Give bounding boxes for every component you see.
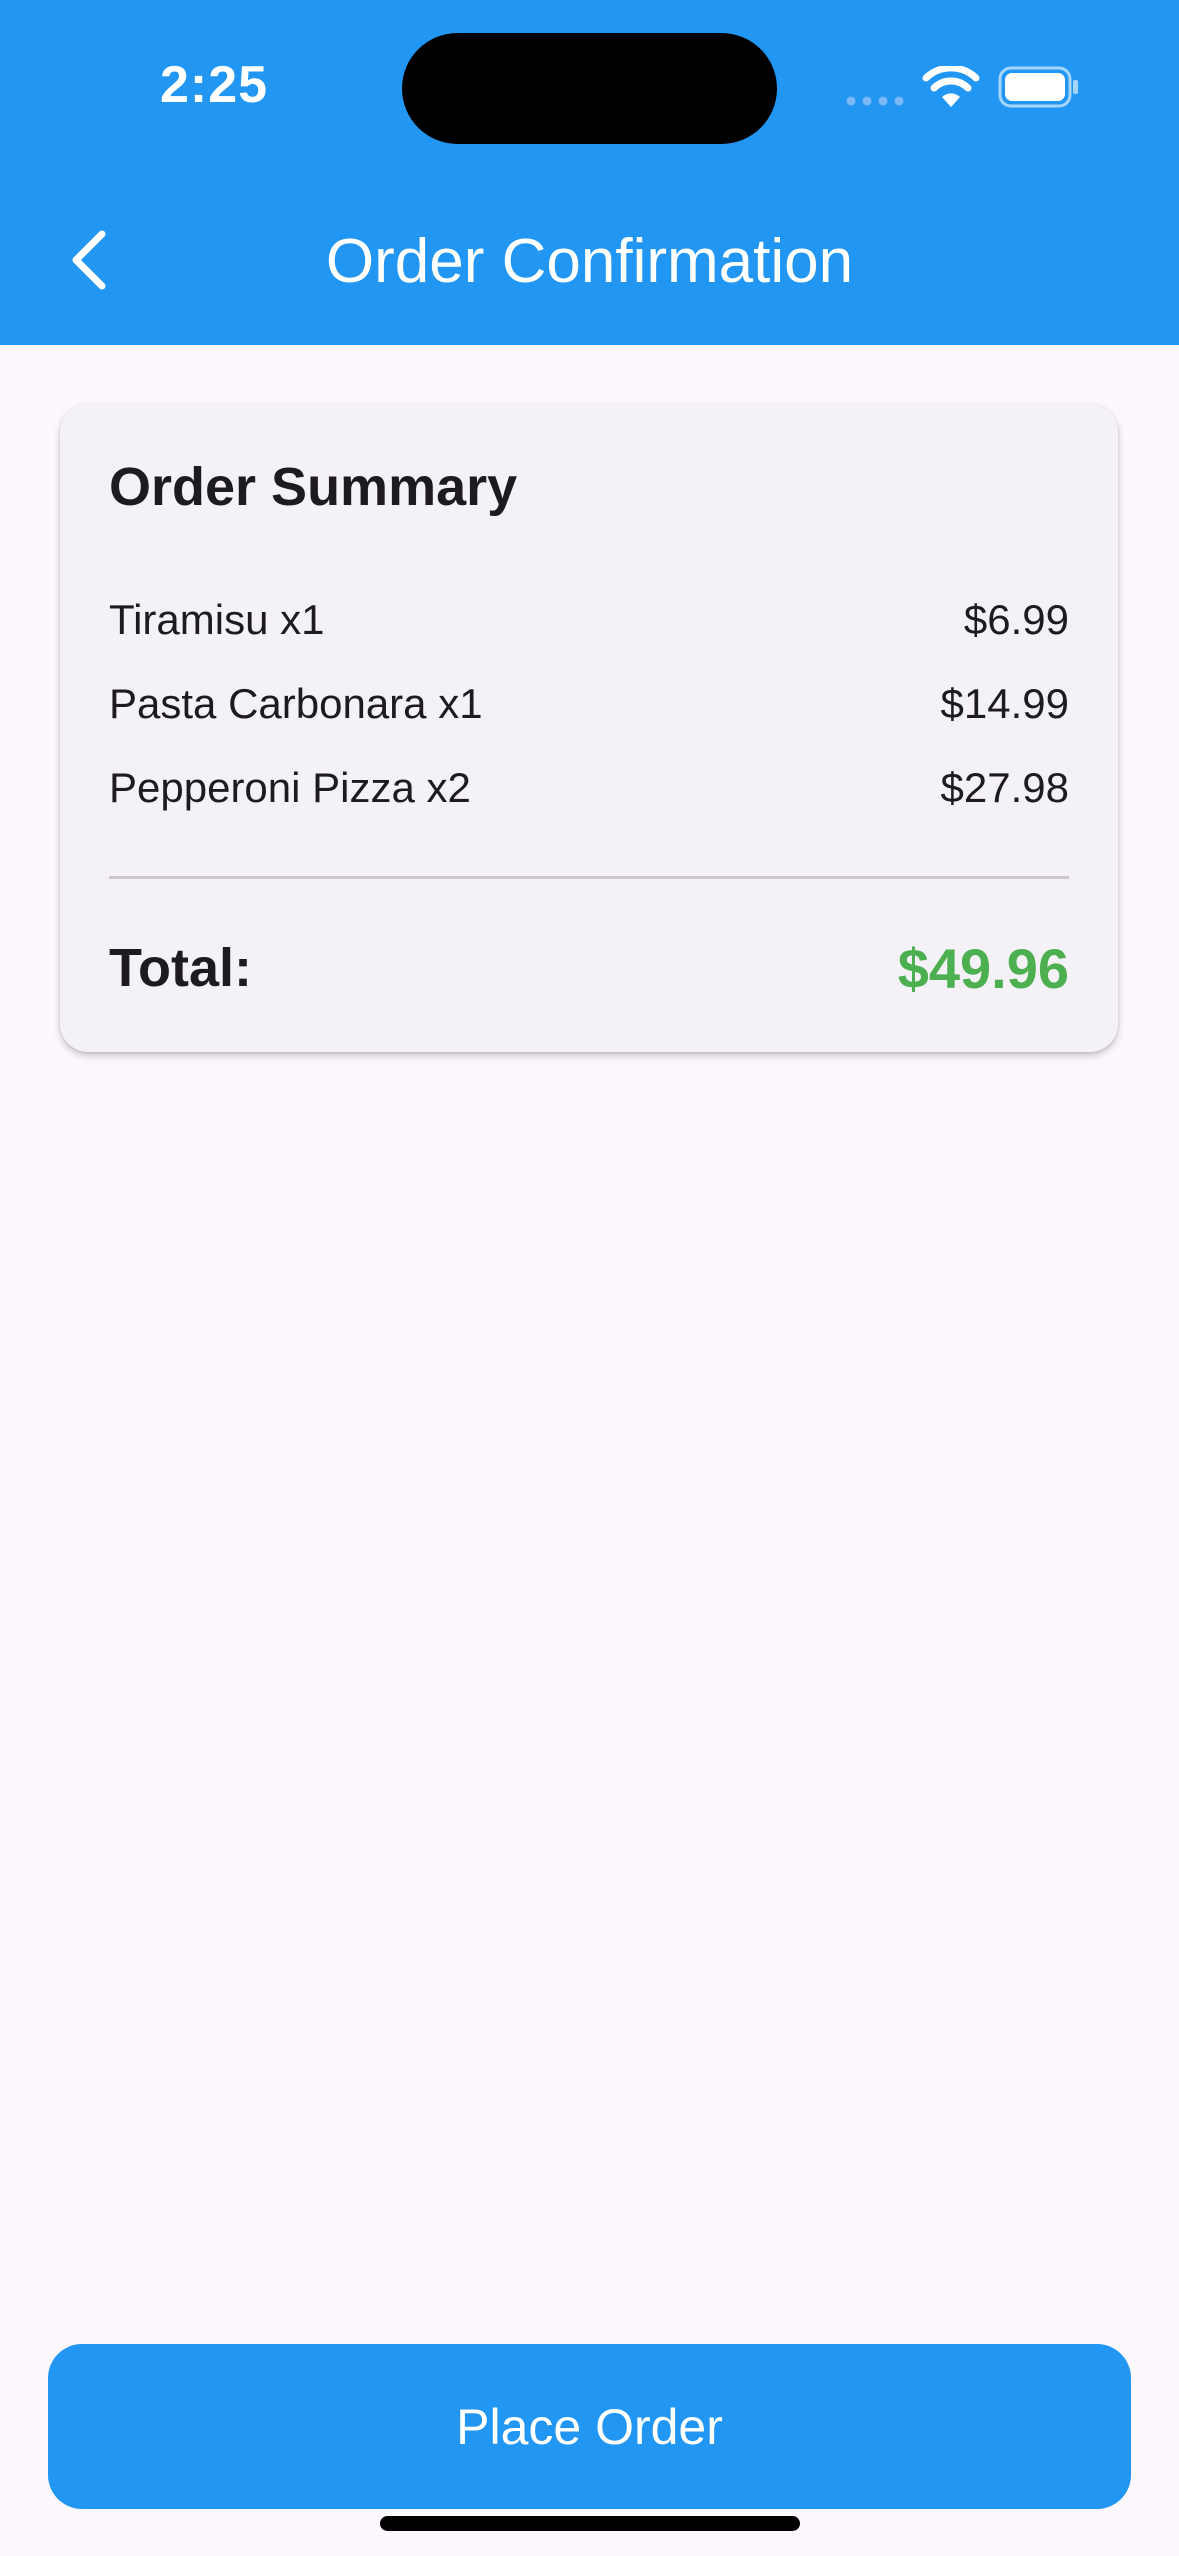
battery-icon [998,66,1078,108]
order-item-row: Pepperoni Pizza x2 $27.98 [109,758,1069,818]
home-indicator [380,2516,800,2531]
place-order-button[interactable]: Place Order [48,2344,1131,2509]
order-item-name: Pasta Carbonara x1 [109,680,483,727]
order-item-price: $27.98 [940,764,1069,811]
total-value: $49.96 [897,936,1069,1000]
order-item-name: Pepperoni Pizza x2 [109,764,471,811]
order-summary-card: Order Summary Tiramisu x1 $6.99 Pasta Ca… [60,404,1118,1052]
order-item-row: Pasta Carbonara x1 $14.99 [109,674,1069,734]
dynamic-island [402,33,777,144]
total-label: Total: [109,938,252,998]
page-title: Order Confirmation [325,227,854,296]
order-summary-title: Order Summary [109,457,518,517]
wifi-icon [922,66,980,107]
order-item-row: Tiramisu x1 $6.99 [109,590,1069,650]
total-row: Total: $49.96 [109,932,1069,1004]
cellular-signal-icon [846,96,904,106]
summary-divider [109,876,1069,879]
order-item-price: $14.99 [940,680,1069,727]
order-item-name: Tiramisu x1 [109,596,325,643]
order-item-price: $6.99 [963,596,1069,643]
app-bar: 2:25 Order Confirmation [0,0,1179,345]
status-time: 2:25 [160,56,269,114]
